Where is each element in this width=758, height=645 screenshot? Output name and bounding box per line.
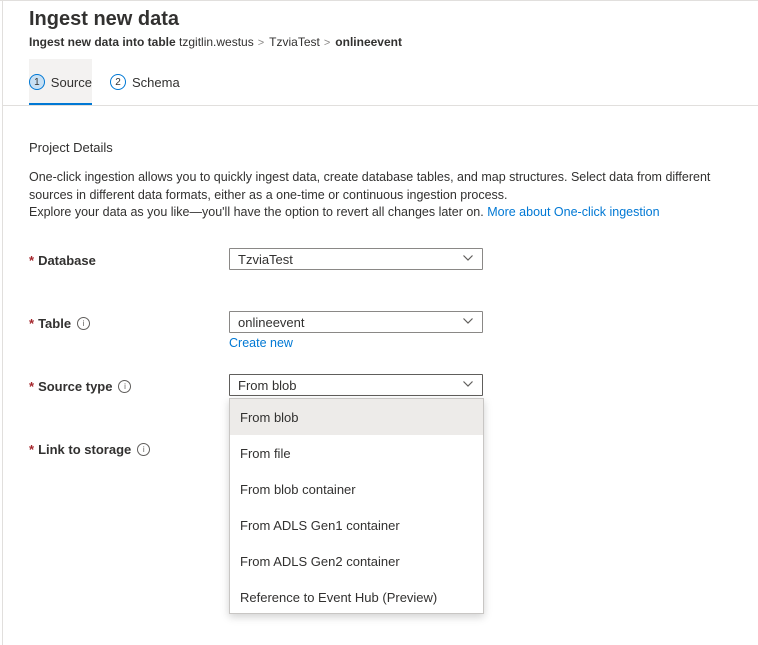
section-description: One-click ingestion allows you to quickl… bbox=[29, 169, 749, 222]
option-from-adls-gen1-container[interactable]: From ADLS Gen1 container bbox=[230, 507, 483, 543]
section-title: Project Details bbox=[29, 140, 113, 155]
chevron-down-icon bbox=[463, 381, 473, 387]
source-type-options-list: From blob From file From blob container … bbox=[229, 398, 484, 614]
chevron-right-icon: > bbox=[323, 37, 331, 49]
breadcrumb-lead: Ingest new data into table bbox=[29, 35, 176, 49]
tab-source[interactable]: 1 Source bbox=[29, 59, 92, 105]
table-value: onlineevent bbox=[238, 314, 305, 330]
tabs-divider bbox=[3, 105, 758, 106]
create-new-table-link[interactable]: Create new bbox=[229, 336, 293, 350]
option-reference-to-event-hub[interactable]: Reference to Event Hub (Preview) bbox=[230, 579, 483, 615]
tab-schema[interactable]: 2 Schema bbox=[110, 59, 190, 105]
chevron-down-icon bbox=[463, 255, 473, 261]
link-to-storage-label: * Link to storage i bbox=[29, 442, 151, 457]
source-type-label: * Source type i bbox=[29, 379, 132, 394]
window-top-border bbox=[0, 0, 758, 1]
link-to-storage-label-text: Link to storage bbox=[38, 442, 132, 457]
table-dropdown[interactable]: onlineevent bbox=[229, 311, 483, 333]
page-title: Ingest new data bbox=[29, 8, 180, 30]
source-type-label-text: Source type bbox=[38, 379, 113, 394]
info-icon[interactable]: i bbox=[118, 380, 132, 393]
info-icon[interactable]: i bbox=[137, 443, 151, 456]
tab-source-label: Source bbox=[50, 74, 92, 90]
required-marker: * bbox=[29, 316, 35, 331]
info-icon[interactable]: i bbox=[77, 317, 91, 330]
learn-more-link[interactable]: More about One-click ingestion bbox=[487, 205, 659, 219]
source-type-dropdown[interactable]: From blob bbox=[229, 374, 483, 396]
database-label: * Database bbox=[29, 253, 96, 268]
database-label-text: Database bbox=[38, 253, 96, 268]
breadcrumb-table: onlineevent bbox=[335, 35, 402, 49]
option-from-blob-container[interactable]: From blob container bbox=[230, 471, 483, 507]
chevron-down-icon bbox=[463, 318, 473, 324]
tab-schema-label: Schema bbox=[132, 74, 180, 90]
required-marker: * bbox=[29, 442, 35, 457]
description-text-2: Explore your data as you like—you'll hav… bbox=[29, 205, 484, 219]
database-dropdown[interactable]: TzviaTest bbox=[229, 248, 483, 270]
table-label: * Table i bbox=[29, 316, 91, 331]
step-number-1: 1 bbox=[29, 74, 45, 90]
breadcrumb-database: TzviaTest bbox=[269, 35, 320, 49]
option-from-adls-gen2-container[interactable]: From ADLS Gen2 container bbox=[230, 543, 483, 579]
window-left-border bbox=[2, 0, 3, 645]
source-type-value: From blob bbox=[238, 377, 297, 393]
breadcrumb: Ingest new data into table tzgitlin.west… bbox=[29, 35, 402, 49]
database-value: TzviaTest bbox=[238, 251, 293, 267]
table-label-text: Table bbox=[38, 316, 72, 331]
chevron-right-icon: > bbox=[257, 37, 265, 49]
option-from-blob[interactable]: From blob bbox=[230, 399, 483, 435]
option-from-file[interactable]: From file bbox=[230, 435, 483, 471]
description-text: One-click ingestion allows you to quickl… bbox=[29, 170, 711, 202]
required-marker: * bbox=[29, 379, 35, 394]
breadcrumb-cluster: tzgitlin.westus bbox=[179, 35, 254, 49]
required-marker: * bbox=[29, 253, 35, 268]
step-number-2: 2 bbox=[110, 74, 126, 90]
